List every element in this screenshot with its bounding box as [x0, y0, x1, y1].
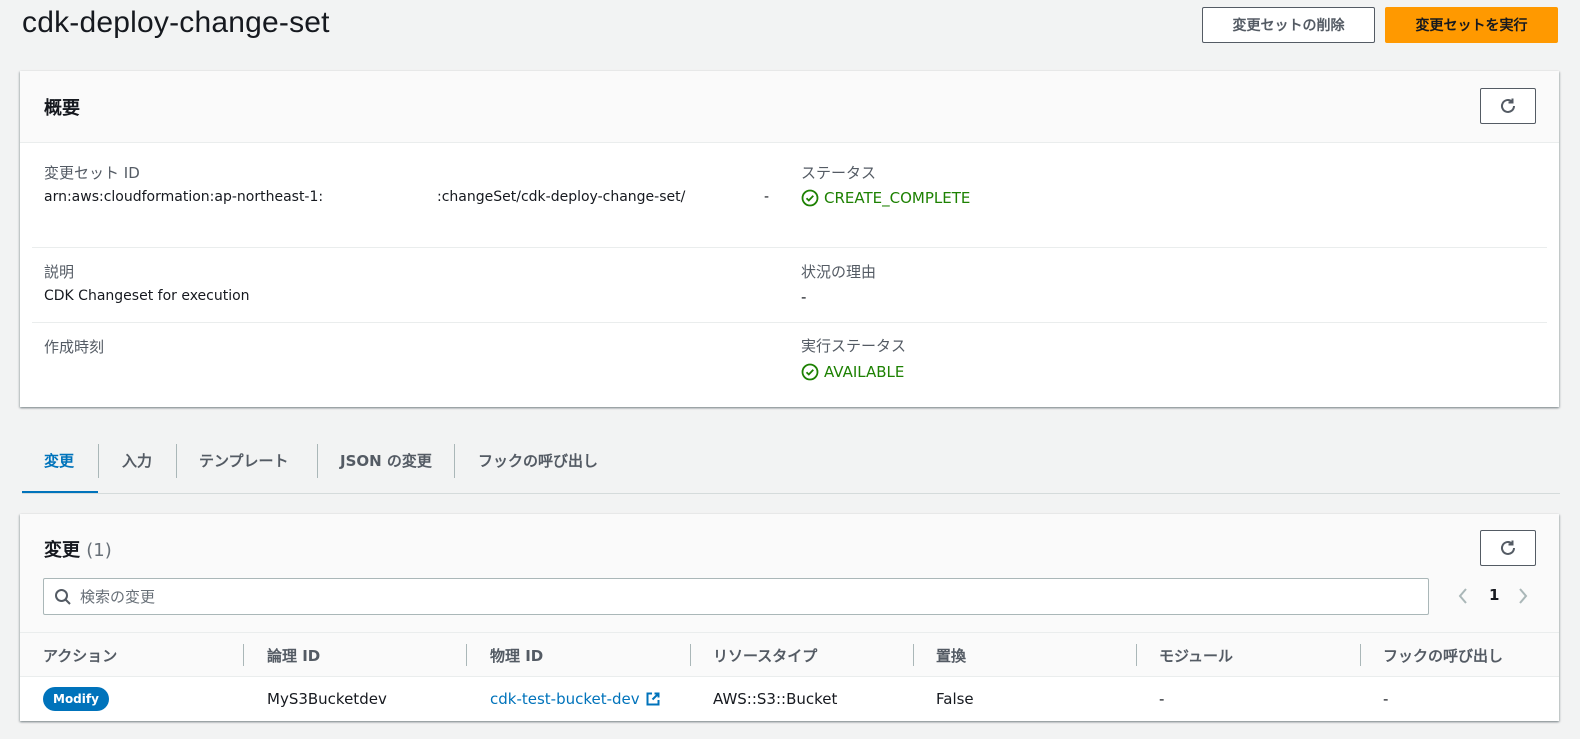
table-row: Modify MyS3Bucketdev cdk-test-bucket-dev…: [20, 676, 1559, 721]
exec-status-text: AVAILABLE: [824, 363, 905, 381]
chevron-left-icon[interactable]: [1457, 587, 1469, 605]
delete-changeset-button[interactable]: 変更セットの削除: [1202, 7, 1375, 43]
col-action: アクション: [43, 647, 118, 665]
col-resource-type: リソースタイプ: [713, 647, 818, 665]
overview-panel: 概要 変更セット ID arn:aws:cloudformation:ap-no…: [20, 71, 1559, 407]
cell-hooks: -: [1383, 690, 1389, 708]
changeset-id-part3: -: [764, 189, 770, 205]
changes-header: 変更 (1) 1 アクション 論理 ID 物理 ID: [20, 514, 1559, 721]
column-separator[interactable]: [1136, 644, 1137, 666]
tab-hook-invocations[interactable]: フックの呼び出し: [478, 441, 598, 479]
refresh-icon: [1501, 98, 1515, 113]
status-label: ステータス: [801, 164, 877, 182]
tab-template[interactable]: テンプレート: [199, 441, 289, 479]
page-title: cdk-deploy-change-set: [22, 6, 330, 39]
exec-status-value: AVAILABLE: [801, 363, 904, 381]
changeset-id-part2: :changeSet/cdk-deploy-change-set/: [437, 189, 686, 205]
changes-title-text: 変更: [44, 540, 80, 561]
table-top-border: [20, 632, 1559, 633]
column-separator[interactable]: [690, 644, 691, 666]
reason-value: -: [801, 288, 807, 306]
changeset-id-part1: arn:aws:cloudformation:ap-northeast-1:: [44, 189, 324, 205]
tabs-underline: [22, 493, 1560, 494]
tab-separator: [317, 444, 318, 478]
cell-logical-id: MyS3Bucketdev: [267, 690, 387, 708]
reason-label: 状況の理由: [801, 263, 877, 281]
cell-module: -: [1159, 690, 1165, 708]
overview-title: 概要: [44, 98, 80, 119]
cell-physical-id-link[interactable]: cdk-test-bucket-dev: [490, 690, 661, 708]
tab-json-changes[interactable]: JSON の変更: [340, 441, 432, 479]
changes-panel: 変更 (1) 1 アクション 論理 ID 物理 ID: [20, 514, 1559, 721]
search-icon: [55, 588, 71, 605]
column-separator[interactable]: [243, 644, 244, 666]
overview-divider-1: [32, 247, 1547, 248]
col-module: モジュール: [1159, 647, 1233, 665]
cell-replacement: False: [936, 690, 974, 708]
changes-search[interactable]: [43, 578, 1429, 615]
col-replacement: 置換: [936, 647, 967, 665]
description-value: CDK Changeset for execution: [44, 288, 250, 304]
tab-separator: [454, 444, 455, 478]
check-circle-icon: [801, 363, 819, 381]
page-number[interactable]: 1: [1489, 586, 1499, 604]
external-link-icon: [646, 692, 660, 706]
action-badge: Modify: [43, 687, 109, 711]
exec-status-label: 実行ステータス: [801, 337, 907, 355]
status-value: CREATE_COMPLETE: [801, 189, 970, 207]
tab-separator: [176, 444, 177, 478]
col-logical-id: 論理 ID: [267, 647, 321, 665]
overview-header: 概要: [20, 71, 1559, 143]
column-separator[interactable]: [466, 644, 467, 666]
column-separator[interactable]: [913, 644, 914, 666]
search-input[interactable]: [80, 587, 1380, 606]
execute-changeset-button[interactable]: 変更セットを実行: [1385, 7, 1558, 43]
col-physical-id: 物理 ID: [490, 647, 544, 665]
refresh-icon: [1501, 540, 1515, 555]
tab-changes[interactable]: 変更: [44, 441, 74, 479]
changes-title: 変更 (1): [44, 536, 112, 562]
tab-separator: [98, 444, 99, 478]
overview-divider-2: [32, 322, 1547, 323]
physical-id-text[interactable]: cdk-test-bucket-dev: [490, 690, 640, 708]
changeset-id-label: 変更セット ID: [44, 164, 140, 182]
column-separator[interactable]: [1360, 644, 1361, 666]
overview-refresh-button[interactable]: [1480, 88, 1536, 124]
changes-refresh-button[interactable]: [1480, 530, 1536, 566]
status-text: CREATE_COMPLETE: [824, 189, 971, 207]
chevron-right-icon[interactable]: [1517, 587, 1529, 605]
changeset-id-value: arn:aws:cloudformation:ap-northeast-1:: [44, 189, 323, 205]
description-label: 説明: [44, 263, 75, 281]
check-circle-icon: [801, 189, 819, 207]
created-label: 作成時刻: [44, 338, 105, 356]
col-hooks: フックの呼び出し: [1383, 647, 1504, 665]
cell-resource-type: AWS::S3::Bucket: [713, 690, 838, 708]
tab-inputs[interactable]: 入力: [122, 441, 152, 479]
changes-count: (1): [86, 540, 112, 561]
